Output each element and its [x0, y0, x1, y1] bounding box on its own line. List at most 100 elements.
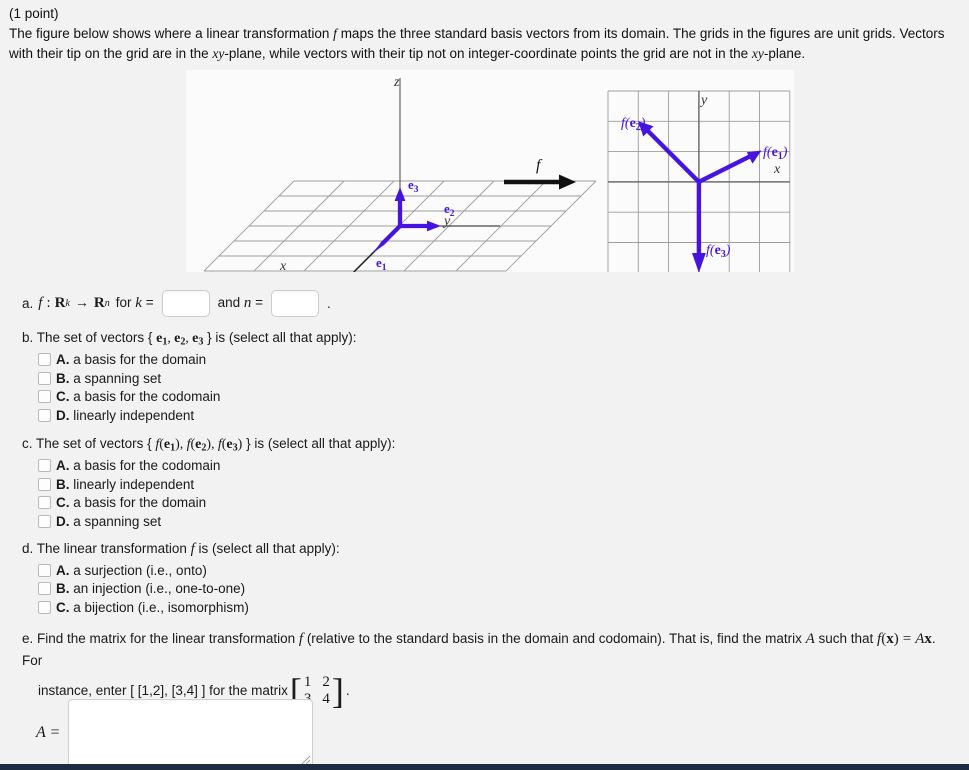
codomain-vectors: [638, 121, 762, 272]
checkbox-c-C[interactable]: [38, 496, 51, 510]
codomain-2d-plot: y x f(e2) f(e1) f(e3): [607, 90, 791, 272]
checkbox-c-D[interactable]: [38, 514, 51, 528]
option-b-B-label: B. a spanning set: [56, 370, 162, 386]
transformation-figure: z y x e3 e2 e1 f y x f(e2) f(e1) f(e3): [186, 70, 794, 272]
question-c-head: c. The set of vectors { f(e1), f(e2), f(…: [22, 436, 396, 454]
map-arrow: f: [504, 157, 576, 190]
question-e-part2: (relative to the standard basis in the d…: [303, 631, 806, 646]
question-c-text-pre: The set of vectors {: [36, 436, 156, 451]
input-n[interactable]: [271, 290, 319, 317]
question-d-letter: d.: [22, 541, 34, 556]
option-c-A[interactable]: A. a basis for the codomain: [38, 457, 395, 476]
checkbox-b-C[interactable]: [38, 390, 51, 404]
bottom-bar: [0, 764, 969, 770]
option-d-C-label: C. a bijection (i.e., isomorphism): [56, 599, 249, 615]
option-b-A[interactable]: A. a basis for the domain: [38, 351, 356, 370]
worksheet-page: (1 point) The figure below shows where a…: [0, 0, 969, 770]
option-d-C[interactable]: C. a bijection (i.e., isomorphism): [38, 598, 340, 617]
prompt-text-a: The figure below shows where a linear tr…: [9, 26, 334, 41]
question-a-and-n: and n =: [217, 295, 263, 311]
question-e-eq: =: [902, 631, 912, 647]
question-a-n-exp: n: [104, 298, 110, 309]
question-a-R-domain: R: [54, 295, 66, 311]
option-c-D[interactable]: D. a spanning set: [38, 512, 395, 531]
option-b-D-label: D. linearly independent: [56, 407, 195, 423]
checkbox-d-A[interactable]: [38, 563, 51, 577]
checkbox-b-A[interactable]: [38, 353, 51, 367]
question-a-k-exp: k: [65, 298, 70, 309]
label-fe3: f(e3): [706, 243, 731, 260]
question-d-text-post: is (select all that apply):: [194, 541, 340, 556]
checkbox-b-D[interactable]: [38, 408, 51, 422]
domain-x-label: x: [279, 259, 287, 272]
prompt-text-d: -plane.: [763, 46, 806, 62]
option-c-A-label: A. a basis for the codomain: [56, 458, 221, 474]
option-c-C[interactable]: C. a basis for the domain: [38, 494, 395, 513]
question-e-part3: such that: [814, 631, 878, 646]
question-a-letter: a.: [22, 296, 34, 311]
question-c-letter: c.: [22, 436, 33, 451]
question-d: d. The linear transformation f is (selec…: [22, 541, 340, 617]
question-e-letter: e.: [22, 631, 34, 646]
checkbox-b-B[interactable]: [38, 371, 51, 385]
question-b-head: b. The set of vectors { e1, e2, e3 } is …: [22, 330, 357, 348]
option-b-C-label: C. a basis for the codomain: [56, 389, 221, 405]
option-b-C[interactable]: C. a basis for the codomain: [38, 388, 356, 407]
problem-statement: The figure below shows where a linear tr…: [9, 24, 967, 65]
matrix-cell-0-1: 2: [322, 674, 330, 691]
option-d-A[interactable]: A. a surjection (i.e., onto): [38, 561, 340, 580]
vector-e1-head: [373, 241, 385, 253]
question-a-period: .: [327, 296, 331, 311]
question-a-R-codomain: R: [93, 295, 105, 311]
vector-fe3-head: [692, 253, 706, 272]
input-k[interactable]: [161, 290, 210, 317]
map-arrow-head: [559, 174, 576, 190]
checkbox-d-C[interactable]: [38, 600, 51, 614]
option-b-D[interactable]: D. linearly independent: [38, 406, 356, 425]
option-c-C-label: C. a basis for the domain: [56, 495, 207, 511]
question-b-text-post: } is (select all that apply):: [203, 330, 357, 345]
map-arrow-label: f: [536, 157, 543, 174]
vector-fe1-shaft: [697, 152, 754, 184]
question-e: e. Find the matrix for the linear transf…: [22, 628, 952, 709]
domain-basis-vectors: [373, 187, 441, 253]
question-d-head: d. The linear transformation f is (selec…: [22, 541, 340, 558]
option-c-B-label: B. linearly independent: [56, 476, 195, 492]
option-d-B[interactable]: B. an injection (i.e., one-to-one): [38, 580, 340, 599]
prompt-xy-symbol-1: xy: [212, 46, 225, 62]
matrix-answer-input[interactable]: [68, 699, 314, 767]
checkbox-c-A[interactable]: [38, 459, 51, 473]
option-c-D-label: D. a spanning set: [56, 513, 162, 529]
vector-e3-head: [394, 187, 406, 201]
answer-label: A =: [36, 724, 61, 741]
question-b-text-pre: The set of vectors {: [36, 330, 157, 345]
label-fe2: f(e2): [621, 116, 646, 133]
checkbox-d-B[interactable]: [38, 582, 51, 596]
question-a: a. f : Rk → Rn for k = and n = .: [22, 290, 331, 317]
question-a-for-k: for k =: [115, 295, 154, 311]
question-e-A: A: [805, 631, 815, 647]
codomain-x-label: x: [773, 162, 781, 177]
prompt-xy-symbol-2: xy: [751, 46, 764, 62]
question-b-letter: b.: [22, 330, 34, 345]
question-c-text-post: } is (select all that apply):: [242, 436, 396, 451]
question-c: c. The set of vectors { f(e1), f(e2), f(…: [22, 436, 395, 531]
matrix-cell-0-0: 1: [303, 674, 312, 691]
option-d-A-label: A. a surjection (i.e., onto): [56, 562, 207, 578]
question-a-colon: :: [46, 295, 51, 311]
question-e-period: .: [345, 682, 350, 698]
option-d-B-label: B. an injection (i.e., one-to-one): [56, 581, 246, 597]
option-c-B[interactable]: B. linearly independent: [38, 475, 395, 494]
points-label: (1 point): [9, 6, 59, 21]
question-d-text-pre: The linear transformation: [36, 541, 191, 556]
question-a-f: f: [38, 295, 43, 311]
domain-z-label: z: [393, 75, 400, 90]
option-b-A-label: A. a basis for the domain: [56, 352, 207, 368]
checkbox-c-B[interactable]: [38, 477, 51, 491]
question-e-line1: e. Find the matrix for the linear transf…: [22, 631, 936, 669]
question-b: b. The set of vectors { e1, e2, e3 } is …: [22, 330, 356, 425]
option-b-B[interactable]: B. a spanning set: [38, 369, 356, 388]
matrix-cell-1-1: 4: [322, 691, 330, 708]
label-fe1: f(e1): [763, 145, 788, 162]
label-e3: e3: [408, 177, 419, 195]
